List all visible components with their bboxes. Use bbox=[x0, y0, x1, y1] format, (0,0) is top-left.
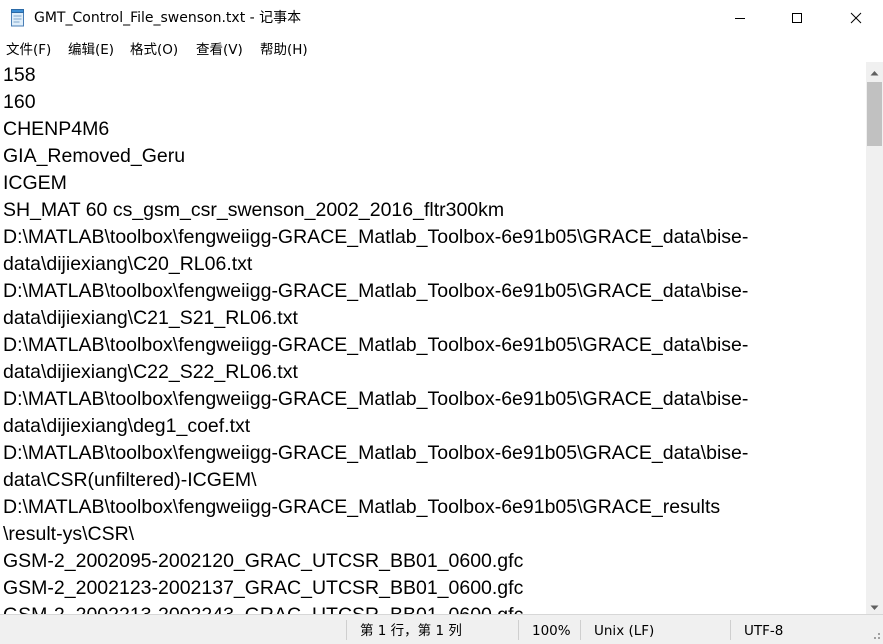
menu-help[interactable]: 帮助(H) bbox=[260, 41, 308, 59]
scroll-down-arrow-icon bbox=[870, 596, 879, 615]
maximize-icon bbox=[791, 9, 803, 28]
maximize-button[interactable] bbox=[767, 0, 827, 36]
close-icon bbox=[850, 9, 862, 28]
text-line: \result-ys\CSR\ bbox=[3, 523, 135, 545]
text-line: GSM-2_2002213-2002243_GRAC_UTCSR_BB01_06… bbox=[3, 602, 523, 614]
text-editor[interactable]: 158 160 CHENP4M6 GIA_Removed_Geru ICGEM SH_MA… bbox=[0, 62, 866, 614]
resize-grip[interactable] bbox=[866, 614, 883, 644]
scrollbar-thumb[interactable] bbox=[867, 82, 882, 146]
scroll-up-arrow-icon bbox=[870, 61, 879, 80]
text-line: data\dijiexiang\C22_S22_RL06.txt bbox=[3, 361, 298, 383]
status-separator bbox=[518, 620, 519, 640]
text-line: D:\MATLAB\toolbox\fengweiigg-GRACE_Matla… bbox=[3, 280, 749, 302]
text-line: D:\MATLAB\toolbox\fengweiigg-GRACE_Matla… bbox=[3, 388, 749, 410]
status-separator bbox=[730, 620, 731, 640]
text-line: GSM-2_2002123-2002137_GRAC_UTCSR_BB01_06… bbox=[3, 577, 524, 599]
resize-grip-icon bbox=[866, 629, 883, 644]
encoding: UTF-8 bbox=[744, 623, 784, 639]
text-line: data\dijiexiang\C20_RL06.txt bbox=[3, 253, 253, 275]
text-line: CHENP4M6 bbox=[3, 118, 110, 140]
window-title: GMT_Control_File_swenson.txt - 记事本 bbox=[34, 10, 302, 26]
cursor-position: 第 1 行，第 1 列 bbox=[360, 623, 462, 639]
menu-bar: 文件(F) 编辑(E) 格式(O) 查看(V) 帮助(H) bbox=[0, 37, 883, 62]
text-line: D:\MATLAB\toolbox\fengweiigg-GRACE_Matla… bbox=[3, 496, 721, 518]
minimize-icon bbox=[734, 9, 746, 28]
text-line: ICGEM bbox=[3, 172, 67, 194]
vertical-scrollbar[interactable] bbox=[866, 62, 883, 614]
text-line: GIA_Removed_Geru bbox=[3, 145, 186, 167]
text-line: D:\MATLAB\toolbox\fengweiigg-GRACE_Matla… bbox=[3, 334, 749, 356]
menu-view[interactable]: 查看(V) bbox=[196, 41, 243, 59]
scroll-up-button[interactable] bbox=[866, 62, 883, 79]
text-line: 158 bbox=[3, 64, 36, 86]
menu-edit[interactable]: 编辑(E) bbox=[68, 41, 114, 59]
text-line: SH_MAT 60 cs_gsm_csr_swenson_2002_2016_f… bbox=[3, 199, 505, 221]
close-button[interactable] bbox=[826, 0, 883, 36]
text-line: data\dijiexiang\deg1_coef.txt bbox=[3, 415, 251, 437]
zoom-level: 100% bbox=[532, 623, 571, 639]
status-separator bbox=[580, 620, 581, 640]
notepad-icon bbox=[10, 9, 26, 27]
text-line: GSM-2_2002095-2002120_GRAC_UTCSR_BB01_06… bbox=[3, 550, 524, 572]
text-line: 160 bbox=[3, 91, 36, 113]
line-ending: Unix (LF) bbox=[594, 623, 655, 639]
scroll-down-button[interactable] bbox=[866, 597, 883, 614]
status-bar: 第 1 行，第 1 列 100% Unix (LF) UTF-8 bbox=[0, 614, 883, 644]
minimize-button[interactable] bbox=[710, 0, 770, 36]
title-bar[interactable]: GMT_Control_File_swenson.txt - 记事本 bbox=[0, 0, 883, 36]
menu-format[interactable]: 格式(O) bbox=[130, 41, 178, 59]
menu-file[interactable]: 文件(F) bbox=[6, 41, 51, 59]
text-line: data\CSR(unfiltered)-ICGEM\ bbox=[3, 469, 257, 491]
text-line: D:\MATLAB\toolbox\fengweiigg-GRACE_Matla… bbox=[3, 226, 749, 248]
text-line: data\dijiexiang\C21_S21_RL06.txt bbox=[3, 307, 298, 329]
status-separator bbox=[346, 620, 347, 640]
text-line: D:\MATLAB\toolbox\fengweiigg-GRACE_Matla… bbox=[3, 442, 749, 464]
